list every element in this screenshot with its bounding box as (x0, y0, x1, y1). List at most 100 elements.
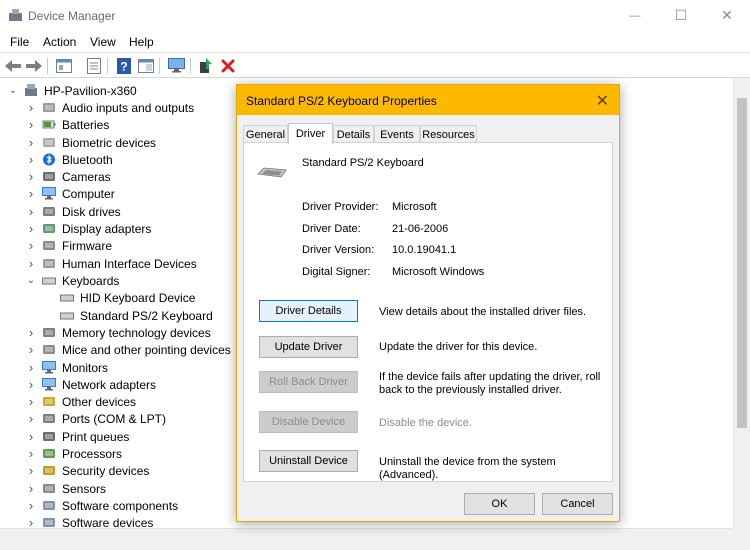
help-icon[interactable]: ? (115, 57, 133, 74)
chevron-right-icon[interactable]: › (26, 135, 36, 150)
tree-category[interactable]: › Software devices (26, 514, 154, 529)
show-hidden-icon[interactable] (85, 57, 103, 74)
minimize-button[interactable]: — (612, 0, 658, 31)
properties-panel-icon[interactable] (137, 57, 155, 74)
tab-general[interactable]: General (243, 125, 288, 143)
tree-category[interactable]: › Mice and other pointing devices (26, 341, 231, 358)
tree-category[interactable]: › Processors (26, 445, 122, 462)
device-name: Standard PS/2 Keyboard (302, 157, 424, 169)
tree-category[interactable]: › Monitors (26, 359, 108, 376)
chevron-right-icon[interactable]: › (26, 325, 36, 340)
tree-category[interactable]: › Firmware (26, 237, 112, 254)
update-driver-button[interactable]: Update Driver (259, 336, 358, 358)
tree-category-label: Processors (62, 446, 123, 461)
tree-device[interactable]: Standard PS/2 Keyboard (60, 307, 213, 324)
chevron-down-icon[interactable]: ⌄ (8, 85, 18, 96)
update-driver-icon[interactable] (197, 57, 215, 74)
menu-help[interactable]: Help (129, 35, 154, 49)
vertical-scrollbar-thumb[interactable] (737, 98, 747, 428)
tree-category-label: Computer (62, 186, 115, 201)
close-button[interactable]: ✕ (704, 0, 750, 31)
chevron-right-icon[interactable]: › (26, 498, 36, 513)
vertical-scrollbar[interactable] (733, 78, 750, 528)
chevron-right-icon[interactable]: › (26, 342, 36, 357)
tab-events[interactable]: Events (374, 125, 420, 143)
roll-back-driver-button[interactable]: Roll Back Driver (259, 371, 358, 393)
tab-resources[interactable]: Resources (420, 125, 477, 143)
dialog-close-icon[interactable]: ✕ (596, 91, 609, 111)
maximize-button[interactable]: ☐ (658, 0, 704, 31)
tree-category[interactable]: › Sensors (26, 480, 106, 497)
tree-category[interactable]: › Human Interface Devices (26, 255, 197, 272)
chevron-right-icon[interactable]: › (26, 186, 36, 201)
tree-category[interactable]: › Network adapters (26, 376, 156, 393)
tree-category[interactable]: › Disk drives (26, 203, 121, 220)
properties-icon[interactable] (55, 57, 73, 74)
uninstall-device-description: Uninstall the device from the system (Ad… (379, 456, 556, 481)
tree-category[interactable]: › Security devices (26, 462, 150, 479)
tree-category-label: Network adapters (62, 377, 157, 392)
properties-dialog: Standard PS/2 Keyboard Properties ✕ Gene… (236, 84, 620, 522)
tree-category[interactable]: › Batteries (26, 116, 110, 133)
chevron-right-icon[interactable]: › (26, 515, 36, 528)
chevron-right-icon[interactable]: › (26, 463, 36, 478)
dialog-titlebar: Standard PS/2 Keyboard Properties ✕ (237, 85, 619, 115)
menu-file[interactable]: File (10, 35, 29, 49)
chevron-right-icon[interactable]: › (26, 446, 36, 461)
computer-icon (25, 84, 37, 96)
chevron-right-icon[interactable]: › (26, 411, 36, 426)
chevron-right-icon[interactable]: › (26, 100, 36, 115)
chevron-right-icon[interactable]: › (26, 394, 36, 409)
chevron-right-icon[interactable]: › (26, 238, 36, 253)
driver-details-button[interactable]: Driver Details (259, 300, 358, 322)
tree-root[interactable]: ⌄ HP-Pavilion-x360 (8, 82, 137, 99)
tree-category[interactable]: › Software components (26, 497, 178, 514)
uninstall-device-button[interactable]: Uninstall Device (259, 450, 358, 472)
chevron-right-icon[interactable]: › (26, 256, 36, 271)
back-arrow-icon[interactable] (4, 57, 22, 74)
chevron-right-icon[interactable]: › (26, 169, 36, 184)
tree-category[interactable]: › Other devices (26, 393, 136, 410)
tree-category[interactable]: › Print queues (26, 428, 130, 445)
tree-device[interactable]: HID Keyboard Device (60, 289, 195, 306)
chevron-right-icon[interactable]: › (26, 204, 36, 219)
tree-category-label: Software devices (62, 515, 154, 529)
monitor-scan-icon[interactable] (167, 57, 185, 74)
tree-category-label: Security devices (62, 463, 150, 478)
tree-category[interactable]: › Ports (COM & LPT) (26, 410, 166, 427)
tree-category[interactable]: › Memory technology devices (26, 324, 211, 341)
tree-category[interactable]: › Cameras (26, 168, 111, 185)
tree-category[interactable]: › Bluetooth (26, 151, 113, 168)
chevron-down-icon[interactable]: ⌄ (26, 275, 36, 286)
ok-button[interactable]: OK (464, 493, 535, 515)
window-title: Device Manager (28, 9, 116, 23)
chevron-right-icon[interactable]: › (26, 377, 36, 392)
cancel-button[interactable]: Cancel (542, 493, 613, 515)
uninstall-icon[interactable] (219, 57, 237, 74)
sensor-icon (42, 482, 56, 495)
chevron-right-icon[interactable]: › (26, 221, 36, 236)
chevron-right-icon[interactable]: › (26, 117, 36, 132)
keyboard-icon (42, 274, 56, 287)
menu-view[interactable]: View (90, 35, 116, 49)
tree-category[interactable]: › Audio inputs and outputs (26, 99, 194, 116)
tree-category[interactable]: ⌄ Keyboards (26, 272, 120, 289)
mouse-icon (42, 343, 56, 356)
software-device-icon (42, 516, 56, 528)
horizontal-scrollbar[interactable] (0, 528, 733, 550)
tree-category[interactable]: › Biometric devices (26, 134, 156, 151)
disable-device-button[interactable]: Disable Device (259, 411, 358, 433)
tree-category[interactable]: › Computer (26, 185, 115, 202)
maximize-icon: ☐ (674, 7, 688, 23)
forward-arrow-icon[interactable] (25, 57, 43, 74)
tab-driver[interactable]: Driver (288, 123, 333, 144)
menu-action[interactable]: Action (43, 35, 76, 49)
chevron-right-icon[interactable]: › (26, 360, 36, 375)
tab-details[interactable]: Details (333, 125, 374, 143)
firmware-icon (42, 239, 56, 252)
chevron-right-icon[interactable]: › (26, 429, 36, 444)
chevron-right-icon[interactable]: › (26, 152, 36, 167)
roll-back-driver-description: If the device fails after updating the d… (379, 371, 601, 396)
chevron-right-icon[interactable]: › (26, 481, 36, 496)
tree-category[interactable]: › Display adapters (26, 220, 152, 237)
